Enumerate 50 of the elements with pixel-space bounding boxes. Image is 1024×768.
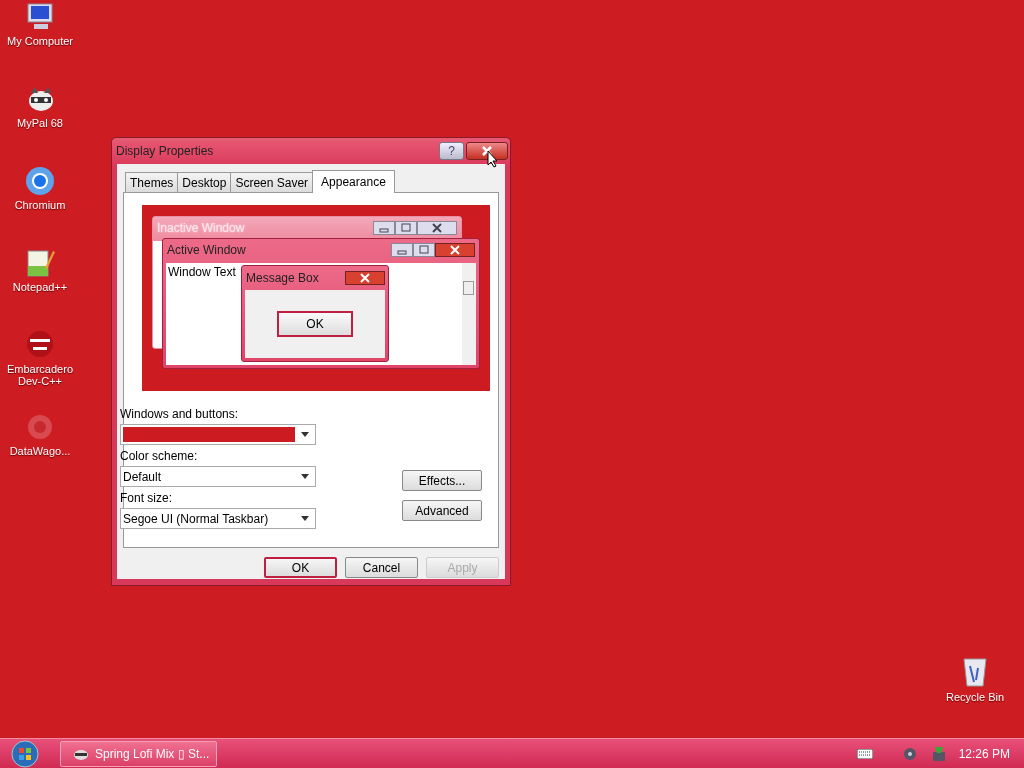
close-icon (435, 243, 475, 257)
close-icon (345, 271, 385, 285)
desktop-icon-label[interactable]: Recycle Bin (935, 691, 1015, 703)
window-title: Display Properties (116, 144, 215, 158)
minimize-icon (373, 221, 395, 235)
keyboard-icon[interactable] (856, 748, 873, 759)
caret-icon (301, 474, 309, 479)
caret-icon (301, 516, 309, 521)
close-icon (481, 146, 493, 156)
desktop-icon-label[interactable]: Embarcadero Dev-C++ (0, 363, 80, 387)
dialog-button[interactable]: Advanced (402, 500, 482, 521)
close-icon (417, 221, 457, 235)
field-label: Font size: (120, 491, 174, 505)
notepad-icon[interactable] (25, 248, 55, 278)
tab[interactable]: Themes (125, 172, 179, 192)
desktop-icon-label[interactable]: My Computer (0, 35, 80, 47)
tab[interactable]: Desktop (177, 172, 232, 192)
desktop-icon-label[interactable]: Notepad++ (0, 281, 80, 293)
tab[interactable]: Appearance (312, 170, 395, 193)
dropdown-field[interactable] (120, 424, 316, 445)
computer-icon[interactable] (25, 2, 55, 32)
desktop-icon-label[interactable]: Chromium (0, 199, 80, 211)
dialog-button[interactable]: Effects... (402, 470, 482, 491)
browser-icon[interactable] (25, 166, 55, 196)
window-title: Active Window (167, 243, 247, 257)
dropdown-field[interactable]: Segoe UI (Normal Taskbar) (120, 508, 316, 529)
field-label: Color scheme: (120, 449, 199, 463)
tray-app-icon[interactable] (902, 745, 919, 762)
maximize-icon (395, 221, 417, 235)
maximize-icon (413, 243, 435, 257)
dialog-button[interactable]: Cancel (345, 557, 418, 578)
ok-button[interactable]: OK (277, 311, 353, 337)
minimize-icon (391, 243, 413, 257)
window-text: Window Text (167, 264, 237, 281)
help-button[interactable]: ? (439, 142, 464, 160)
start-button[interactable] (11, 739, 39, 768)
clock[interactable]: 12:26 PM (958, 746, 1010, 761)
dialog-button[interactable]: OK (264, 557, 337, 578)
dropdown-field[interactable]: Default (120, 466, 316, 487)
mouse-cursor-icon (487, 150, 499, 168)
desktop-icon-label[interactable]: MyPal 68 (0, 117, 80, 129)
field-label: Windows and buttons: (120, 407, 240, 421)
window-title: Message Box (246, 271, 320, 285)
desktop-icon-label[interactable]: DataWago... (0, 445, 80, 457)
caret-icon (301, 432, 309, 437)
close-button[interactable] (466, 142, 508, 160)
tab[interactable]: Screen Saver (230, 172, 314, 192)
dev-cpp-icon[interactable] (25, 330, 55, 360)
recycle-bin-icon[interactable] (960, 656, 990, 688)
window-title: Inactive Window (157, 221, 246, 235)
